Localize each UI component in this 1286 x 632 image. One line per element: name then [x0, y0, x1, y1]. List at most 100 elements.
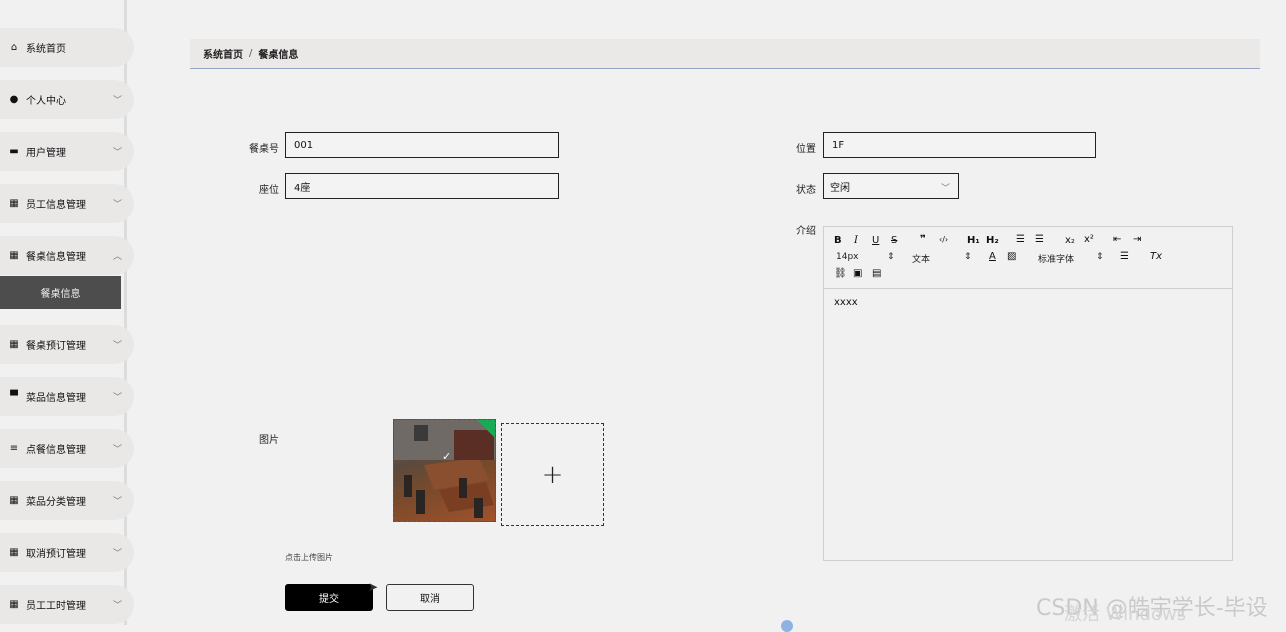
bold-icon[interactable]: B [834, 235, 842, 246]
seats-input[interactable]: 4座 [285, 173, 559, 199]
superscript-icon[interactable]: x² [1084, 234, 1094, 245]
breadcrumb-separator: / [249, 48, 253, 59]
chevron-up-icon: ︿ [113, 252, 123, 262]
sidebar-item-label: 个人中心 [26, 96, 66, 107]
grid-icon: ▦ [9, 599, 19, 610]
ticket-icon: ▬ [9, 146, 19, 157]
cancel-button[interactable]: 取消 [386, 584, 474, 611]
mouse-cursor-icon: ➤ [368, 580, 379, 594]
video-icon[interactable]: ▤ [872, 268, 881, 279]
heading-1-icon[interactable]: H₁ [967, 235, 980, 246]
chevron-down-icon: ﹀ [113, 601, 123, 611]
grid-icon: ▦ [9, 339, 19, 350]
grid-icon: ▦ [9, 250, 19, 261]
blockquote-icon[interactable]: ❞ [920, 234, 926, 245]
font-size-select[interactable]: 14px [836, 252, 859, 262]
ordered-list-icon[interactable]: ☰ [1016, 234, 1025, 245]
upload-image-button[interactable]: + [501, 423, 604, 526]
sidebar-item-4[interactable]: ▦ 餐桌信息管理 ︿ [0, 236, 134, 275]
link-icon[interactable]: ⛓ [834, 268, 847, 279]
chevron-updown-icon: ⇕ [887, 252, 895, 262]
code-block-icon[interactable]: ‹/› [939, 235, 948, 244]
home-icon: ⌂ [10, 42, 18, 53]
background-color-icon[interactable]: ▨ [1007, 251, 1016, 262]
indent-icon[interactable]: ⇥ [1133, 234, 1141, 245]
sidebar-item-3[interactable]: ▦ 员工信息管理 ﹀ [0, 184, 134, 223]
breadcrumb-home[interactable]: 系统首页 [203, 46, 243, 61]
underline-icon[interactable]: U [872, 235, 879, 246]
chevron-updown-icon: ⇕ [1096, 252, 1104, 262]
tray-icon: ▀ [10, 391, 18, 402]
sidebar-item-7[interactable]: ≡ 点餐信息管理 ﹀ [0, 429, 134, 468]
submit-button[interactable]: 提交 [285, 584, 373, 611]
rich-text-editor: B I U S ❞ ‹/› H₁ H₂ ☰ ☰ x₂ x² ⇤ ⇥ 14px ⇕… [823, 226, 1233, 561]
sidebar-item-label: 用户管理 [26, 148, 66, 159]
chevron-down-icon: ﹀ [113, 341, 123, 351]
sidebar-item-2[interactable]: ▬ 用户管理 ﹀ [0, 132, 134, 171]
editor-toolbar: B I U S ❞ ‹/› H₁ H₂ ☰ ☰ x₂ x² ⇤ ⇥ 14px ⇕… [824, 227, 1232, 289]
table-no-label: 餐桌号 [249, 144, 279, 155]
sidebar-item-10[interactable]: ▦ 员工工时管理 ﹀ [0, 585, 134, 624]
sidebar-item-5[interactable]: ▦ 餐桌预订管理 ﹀ [0, 325, 134, 364]
sidebar-item-9[interactable]: ▦ 取消预订管理 ﹀ [0, 533, 134, 572]
sidebar-item-label: 点餐信息管理 [26, 445, 86, 456]
sidebar-item-label: 取消预订管理 [26, 549, 86, 560]
strikethrough-icon[interactable]: S [891, 235, 897, 246]
heading-select[interactable]: 文本 [912, 252, 930, 265]
image-label: 图片 [259, 435, 279, 446]
uploaded-image-thumbnail[interactable]: ✓ [393, 419, 496, 522]
check-icon: ✓ [442, 450, 452, 463]
sidebar-item-0[interactable]: ⌂ 系统首页 [0, 28, 134, 67]
chevron-updown-icon: ⇕ [964, 252, 972, 262]
chevron-down-icon: ﹀ [940, 184, 950, 194]
status-label: 状态 [796, 185, 816, 196]
image-icon[interactable]: ▣ [853, 268, 862, 279]
sidebar-item-1[interactable]: ● 个人中心 ﹀ [0, 80, 134, 119]
chevron-down-icon: ﹀ [113, 497, 123, 507]
sidebar-subitem-table-info[interactable]: 餐桌信息 [0, 276, 121, 309]
table-no-input[interactable]: 001 [285, 132, 559, 158]
chevron-down-icon: ﹀ [113, 445, 123, 455]
windows-activation-watermark: 激活 Windows [1064, 604, 1187, 625]
user-icon: ● [9, 94, 19, 105]
status-select[interactable]: 空闲 ﹀ [823, 173, 959, 199]
location-input[interactable]: 1F [823, 132, 1096, 158]
sidebar-item-label: 餐桌信息管理 [26, 252, 86, 263]
chevron-down-icon: ﹀ [113, 148, 123, 158]
seats-label: 座位 [259, 185, 279, 196]
list-icon: ≡ [9, 443, 19, 454]
breadcrumb-current: 餐桌信息 [258, 50, 299, 61]
status-value: 空闲 [830, 182, 850, 194]
sidebar-item-label: 餐桌预订管理 [26, 341, 86, 352]
sidebar-item-8[interactable]: ▦ 菜品分类管理 ﹀ [0, 481, 134, 520]
italic-icon[interactable]: I [854, 235, 858, 246]
font-family-select[interactable]: 标准字体 [1038, 252, 1074, 265]
heading-2-icon[interactable]: H₂ [986, 235, 999, 246]
grid-icon: ▦ [9, 198, 19, 209]
editor-content[interactable]: xxxx [834, 297, 858, 308]
align-icon[interactable]: ☰ [1120, 251, 1129, 262]
location-label: 位置 [796, 144, 816, 155]
chevron-down-icon: ﹀ [113, 393, 123, 403]
sidebar-item-label: 菜品分类管理 [26, 497, 86, 508]
subscript-icon[interactable]: x₂ [1065, 235, 1075, 246]
floating-indicator [781, 620, 793, 632]
sidebar-item-label: 员工工时管理 [26, 601, 86, 612]
clear-format-icon[interactable]: Tx [1150, 251, 1162, 262]
grid-icon: ▦ [9, 547, 19, 558]
font-color-icon[interactable]: A [989, 251, 996, 262]
sidebar-item-6[interactable]: ▀ 菜品信息管理 ﹀ [0, 377, 134, 416]
sidebar-item-label: 系统首页 [26, 44, 66, 55]
chevron-down-icon: ﹀ [113, 200, 123, 210]
intro-label: 介绍 [796, 226, 816, 237]
plus-icon: + [541, 459, 564, 490]
check-corner-badge [477, 420, 495, 438]
upload-hint: 点击上传图片 [285, 553, 333, 562]
breadcrumb: 系统首页 / 餐桌信息 [190, 39, 1260, 69]
chevron-down-icon: ﹀ [113, 549, 123, 559]
outdent-icon[interactable]: ⇤ [1113, 234, 1121, 245]
grid-icon: ▦ [9, 495, 19, 506]
chevron-down-icon: ﹀ [113, 96, 123, 106]
sidebar-item-label: 员工信息管理 [26, 200, 86, 211]
bullet-list-icon[interactable]: ☰ [1035, 234, 1044, 245]
